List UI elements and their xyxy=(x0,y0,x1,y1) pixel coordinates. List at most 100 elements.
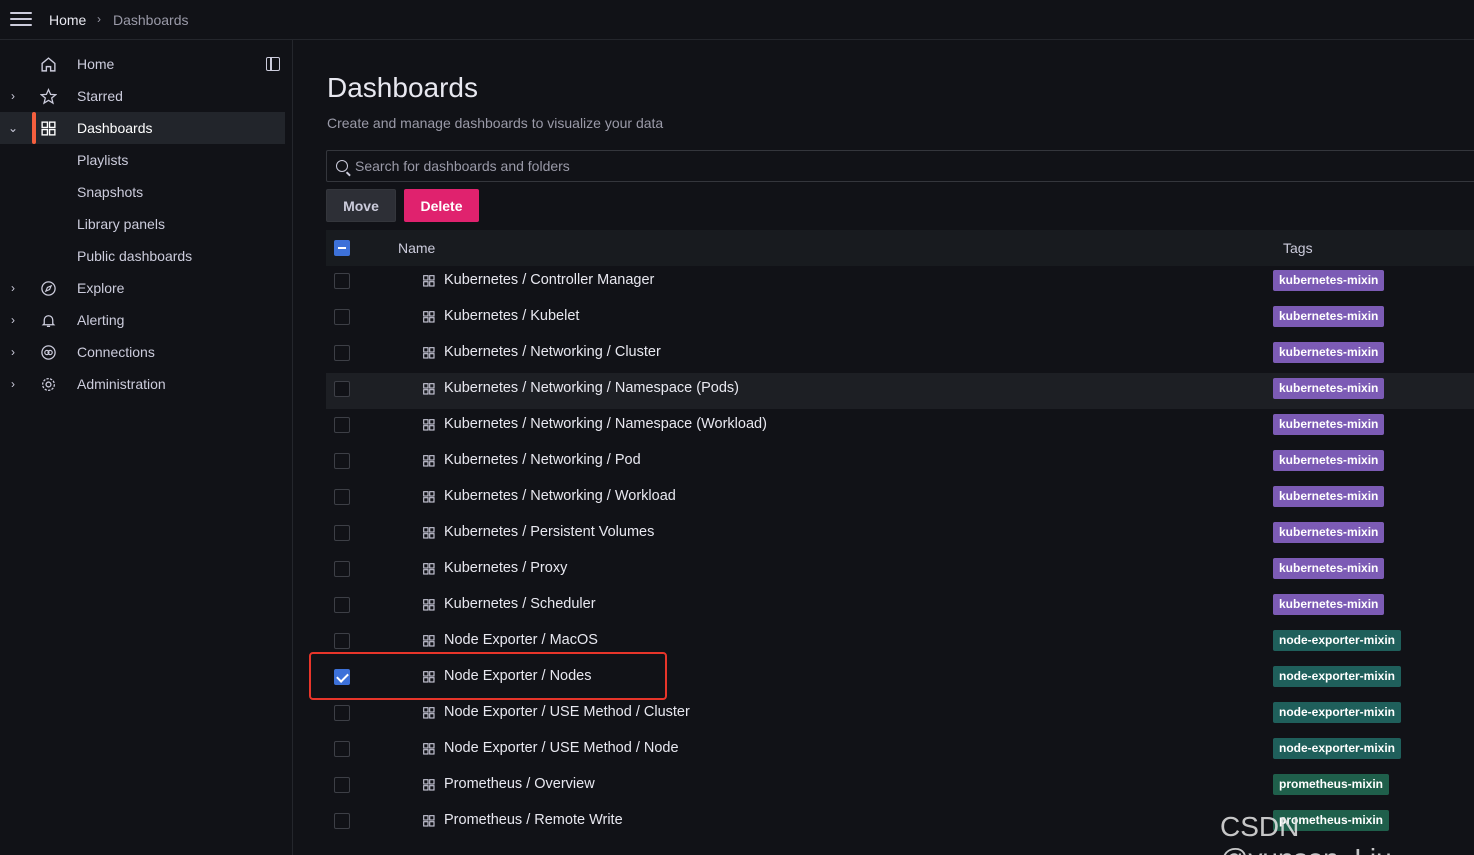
row-checkbox[interactable] xyxy=(334,525,350,541)
dashboard-grid-icon xyxy=(423,671,435,683)
dashboard-name-link[interactable]: Kubernetes / Networking / Pod xyxy=(444,452,641,468)
tag-badge[interactable]: node-exporter-mixin xyxy=(1273,738,1402,759)
sidebar-item-label: Library panels xyxy=(77,216,165,232)
sidebar-item-library-panels[interactable]: Library panels xyxy=(0,208,285,240)
tag-badge[interactable]: kubernetes-mixin xyxy=(1273,450,1385,471)
row-checkbox[interactable] xyxy=(334,777,350,793)
dashboard-name-link[interactable]: Kubernetes / Scheduler xyxy=(444,596,596,612)
table-row[interactable]: Kubernetes / Scheduler kubernetes-mixin xyxy=(326,589,1474,625)
dashboard-name-link[interactable]: Kubernetes / Networking / Namespace (Pod… xyxy=(444,380,739,396)
chevron-right-icon[interactable]: › xyxy=(8,281,18,295)
row-checkbox[interactable] xyxy=(334,669,350,685)
star-icon xyxy=(40,88,57,105)
tag-badge[interactable]: node-exporter-mixin xyxy=(1273,702,1402,723)
tag-badge[interactable]: node-exporter-mixin xyxy=(1273,630,1402,651)
sidebar-item-playlists[interactable]: Playlists xyxy=(0,144,285,176)
dashboard-name-link[interactable]: Node Exporter / MacOS xyxy=(444,632,598,648)
sidebar-item-explore[interactable]: › Explore xyxy=(0,272,285,304)
sidebar-item-home[interactable]: Home xyxy=(0,48,285,80)
dashboard-name-link[interactable]: Node Exporter / USE Method / Cluster xyxy=(444,704,690,720)
tag-badge[interactable]: kubernetes-mixin xyxy=(1273,414,1385,435)
sidebar-item-label: Explore xyxy=(77,280,125,296)
table-row[interactable]: Node Exporter / USE Method / Cluster node… xyxy=(326,697,1474,733)
search-box[interactable] xyxy=(326,150,1474,182)
row-checkbox[interactable] xyxy=(334,381,350,397)
dashboard-name-link[interactable]: Kubernetes / Persistent Volumes xyxy=(444,524,654,540)
sidebar-item-label: Snapshots xyxy=(77,184,144,200)
table-row[interactable]: Kubernetes / Networking / Pod kubernetes-… xyxy=(326,445,1474,481)
dashboard-name-link[interactable]: Kubernetes / Kubelet xyxy=(444,308,579,324)
chevron-right-icon[interactable]: › xyxy=(8,345,18,359)
table-row[interactable]: Node Exporter / Nodes node-exporter-mixin xyxy=(326,661,1474,697)
dashboard-grid-icon xyxy=(423,455,435,467)
dashboard-grid-icon xyxy=(423,275,435,287)
chevron-right-icon[interactable]: › xyxy=(8,89,18,103)
dashboard-name-link[interactable]: Kubernetes / Proxy xyxy=(444,560,567,576)
sidebar-item-alerting[interactable]: › Alerting xyxy=(0,304,285,336)
dashboard-name-link[interactable]: Node Exporter / Nodes xyxy=(444,668,592,684)
select-all-checkbox[interactable] xyxy=(334,240,350,256)
tag-badge[interactable]: node-exporter-mixin xyxy=(1273,666,1402,687)
row-checkbox[interactable] xyxy=(334,309,350,325)
row-checkbox[interactable] xyxy=(334,633,350,649)
dashboard-grid-icon xyxy=(423,491,435,503)
sidebar-item-connections[interactable]: › Connections xyxy=(0,336,285,368)
dashboard-name-link[interactable]: Node Exporter / USE Method / Node xyxy=(444,740,679,756)
menu-icon[interactable] xyxy=(10,12,32,28)
row-checkbox[interactable] xyxy=(334,273,350,289)
tag-badge[interactable]: kubernetes-mixin xyxy=(1273,342,1385,363)
chevron-right-icon[interactable]: › xyxy=(8,377,18,391)
delete-button[interactable]: Delete xyxy=(404,189,479,222)
table-row[interactable]: Kubernetes / Proxy kubernetes-mixin xyxy=(326,553,1474,589)
column-header-tags: Tags xyxy=(1283,240,1313,256)
table-row[interactable]: Kubernetes / Kubelet kubernetes-mixin xyxy=(326,301,1474,337)
move-button[interactable]: Move xyxy=(326,189,396,222)
dashboard-name-link[interactable]: Kubernetes / Networking / Cluster xyxy=(444,344,661,360)
sidebar-item-administration[interactable]: › Administration xyxy=(0,368,285,400)
dashboard-name-link[interactable]: Kubernetes / Controller Manager xyxy=(444,272,654,288)
table-row[interactable]: Prometheus / Overview prometheus-mixin xyxy=(326,769,1474,805)
breadcrumb-home[interactable]: Home xyxy=(49,12,86,28)
sidebar-item-snapshots[interactable]: Snapshots xyxy=(0,176,285,208)
sidebar-item-label: Dashboards xyxy=(77,120,153,136)
sidebar-item-label: Administration xyxy=(77,376,166,392)
table-row[interactable]: Kubernetes / Networking / Workload kubern… xyxy=(326,481,1474,517)
tag-badge[interactable]: kubernetes-mixin xyxy=(1273,522,1385,543)
row-checkbox[interactable] xyxy=(334,561,350,577)
tag-badge[interactable]: kubernetes-mixin xyxy=(1273,306,1385,327)
table-row[interactable]: Kubernetes / Persistent Volumes kubernete… xyxy=(326,517,1474,553)
top-bar: Home › Dashboards xyxy=(0,0,1474,40)
row-checkbox[interactable] xyxy=(334,597,350,613)
search-input[interactable] xyxy=(355,151,1455,181)
sidebar-item-dashboards[interactable]: ⌄ Dashboards xyxy=(0,112,285,144)
table-row[interactable]: Kubernetes / Networking / Cluster kuberne… xyxy=(326,337,1474,373)
tag-badge[interactable]: kubernetes-mixin xyxy=(1273,378,1385,399)
row-checkbox[interactable] xyxy=(334,813,350,829)
table-row[interactable]: Kubernetes / Controller Manager kubernete… xyxy=(326,265,1474,301)
column-header-name[interactable]: Name xyxy=(398,240,435,256)
row-checkbox[interactable] xyxy=(334,705,350,721)
chevron-right-icon[interactable]: › xyxy=(8,313,18,327)
dashboard-name-link[interactable]: Prometheus / Remote Write xyxy=(444,812,623,828)
tag-badge[interactable]: kubernetes-mixin xyxy=(1273,594,1385,615)
table-row[interactable]: Kubernetes / Networking / Namespace (Wor… xyxy=(326,409,1474,445)
bell-icon xyxy=(41,315,56,327)
tag-badge[interactable]: kubernetes-mixin xyxy=(1273,558,1385,579)
row-checkbox[interactable] xyxy=(334,417,350,433)
tag-badge[interactable]: kubernetes-mixin xyxy=(1273,270,1385,291)
table-row[interactable]: Kubernetes / Networking / Namespace (Pod… xyxy=(326,373,1474,409)
table-row[interactable]: Node Exporter / MacOS node-exporter-mixin xyxy=(326,625,1474,661)
row-checkbox[interactable] xyxy=(334,453,350,469)
row-checkbox[interactable] xyxy=(334,741,350,757)
table-row[interactable]: Node Exporter / USE Method / Node node-ex… xyxy=(326,733,1474,769)
dashboard-name-link[interactable]: Kubernetes / Networking / Workload xyxy=(444,488,676,504)
dashboard-name-link[interactable]: Kubernetes / Networking / Namespace (Wor… xyxy=(444,416,767,432)
chevron-down-icon[interactable]: ⌄ xyxy=(8,121,18,135)
dashboard-name-link[interactable]: Prometheus / Overview xyxy=(444,776,595,792)
sidebar-item-starred[interactable]: › Starred xyxy=(0,80,285,112)
tag-badge[interactable]: prometheus-mixin xyxy=(1273,774,1390,795)
tag-badge[interactable]: kubernetes-mixin xyxy=(1273,486,1385,507)
row-checkbox[interactable] xyxy=(334,345,350,361)
row-checkbox[interactable] xyxy=(334,489,350,505)
sidebar-item-public-dashboards[interactable]: Public dashboards xyxy=(0,240,285,272)
